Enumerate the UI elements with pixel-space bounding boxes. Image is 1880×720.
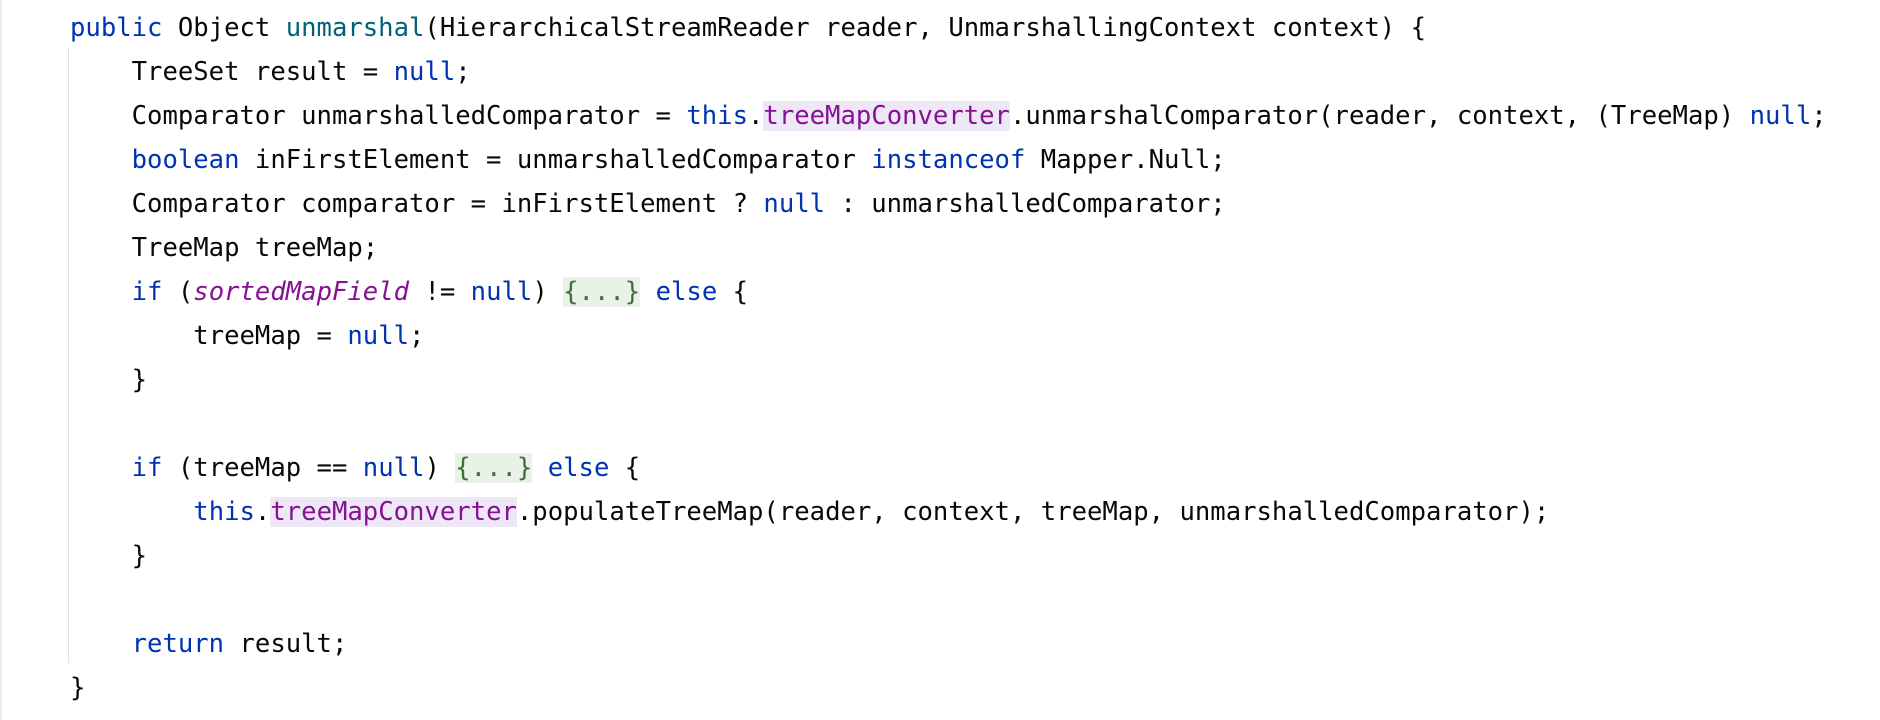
code-token: Object (162, 13, 286, 43)
code-token: sortedMapField (193, 277, 410, 307)
code-token: if (131, 453, 163, 483)
code-token: else (655, 277, 718, 307)
code-token: null (362, 453, 425, 483)
code-token: (treeMap == (162, 453, 363, 483)
code-token: != (409, 277, 471, 307)
code-token: ; (409, 321, 425, 351)
code-token: result; (224, 629, 348, 659)
code-token: null (470, 277, 533, 307)
code-token: treeMapConverter (270, 497, 517, 527)
code-token: else (547, 453, 610, 483)
folded-code-block[interactable]: {...} (455, 453, 533, 483)
code-token: } (131, 541, 148, 571)
code-token: treeMap = (193, 321, 348, 351)
code-line[interactable]: TreeSet result = null; (70, 50, 1827, 94)
code-line[interactable]: Comparator unmarshalledComparator = this… (70, 94, 1827, 138)
code-area[interactable]: public Object unmarshal(HierarchicalStre… (70, 6, 1827, 710)
code-token: } (70, 673, 86, 703)
code-token: ) (424, 453, 456, 483)
code-token: this (193, 497, 255, 527)
code-line[interactable]: return result; (70, 622, 1827, 666)
code-token: null (393, 57, 456, 87)
code-line[interactable] (70, 402, 1827, 446)
code-token: null (763, 189, 826, 219)
code-editor[interactable]: public Object unmarshal(HierarchicalStre… (0, 0, 1880, 720)
indent-guide (68, 48, 69, 663)
code-token: { (717, 277, 749, 307)
code-token: { (609, 453, 641, 483)
code-token: treeMapConverter (763, 101, 1010, 131)
code-token: instanceof (871, 145, 1026, 175)
code-line[interactable]: boolean inFirstElement = unmarshalledCom… (70, 138, 1827, 182)
code-token: ( (162, 277, 194, 307)
code-token: Mapper.Null; (1025, 145, 1226, 175)
code-token: .unmarshalComparator(reader, context, (T… (1009, 101, 1750, 131)
code-line[interactable]: public Object unmarshal(HierarchicalStre… (70, 6, 1827, 50)
code-token: boolean (131, 145, 240, 175)
code-token: public (70, 13, 163, 43)
code-token: . (254, 497, 271, 527)
code-token: unmarshal (285, 13, 425, 43)
code-token: (HierarchicalStreamReader reader, Unmars… (424, 13, 1426, 43)
folded-code-block[interactable]: {...} (563, 277, 641, 307)
code-token: return (131, 629, 225, 659)
code-token: null (1749, 101, 1812, 131)
code-line[interactable]: if (sortedMapField != null) {...} else { (70, 270, 1827, 314)
code-line[interactable] (70, 578, 1827, 622)
code-token: TreeSet result = (131, 57, 394, 87)
code-line[interactable]: TreeMap treeMap; (70, 226, 1827, 270)
code-line[interactable]: } (70, 534, 1827, 578)
code-token: ; (1811, 101, 1827, 131)
code-line[interactable]: this.treeMapConverter.populateTreeMap(re… (70, 490, 1827, 534)
code-token: null (347, 321, 410, 351)
code-token: ) (532, 277, 564, 307)
code-token: . (748, 101, 764, 131)
code-token: this (686, 101, 748, 131)
code-line[interactable]: if (treeMap == null) {...} else { (70, 446, 1827, 490)
code-line[interactable]: treeMap = null; (70, 314, 1827, 358)
code-token: Comparator comparator = inFirstElement ? (131, 189, 764, 219)
code-token: inFirstElement = unmarshalledComparator (239, 145, 872, 175)
code-token: .populateTreeMap(reader, context, treeMa… (516, 497, 1550, 527)
code-line[interactable]: Comparator comparator = inFirstElement ?… (70, 182, 1827, 226)
code-token: ; (455, 57, 471, 87)
code-token: TreeMap treeMap; (131, 233, 379, 263)
code-token: } (131, 365, 148, 395)
code-token: Comparator unmarshalledComparator = (131, 101, 687, 131)
code-line[interactable]: } (70, 666, 1827, 710)
code-line[interactable]: } (70, 358, 1827, 402)
code-token: : unmarshalledComparator; (825, 189, 1226, 219)
code-token: if (131, 277, 163, 307)
